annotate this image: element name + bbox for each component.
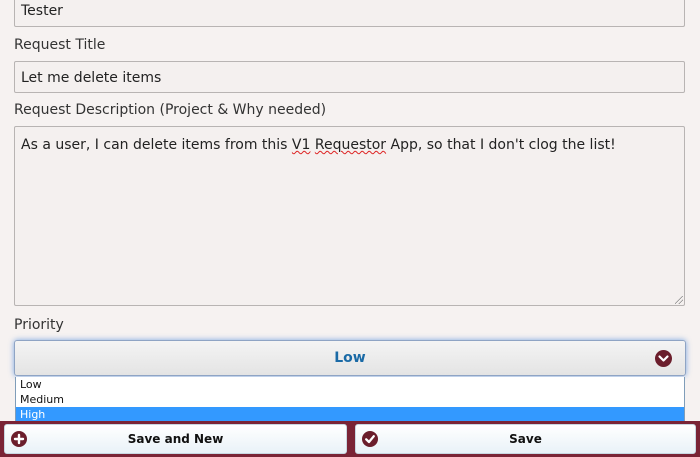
- plus-circle-icon: [11, 431, 27, 447]
- name-field[interactable]: Tester: [14, 0, 685, 27]
- priority-label: Priority: [14, 317, 64, 333]
- description-misspelled-word: V1: [291, 137, 311, 153]
- priority-selected-value: Low: [334, 350, 366, 366]
- chevron-down-circle-icon: [655, 350, 672, 367]
- request-description-textarea[interactable]: As a user, I can delete items from this …: [14, 126, 685, 306]
- description-misspelled-word: Requestor: [314, 137, 387, 153]
- request-title-input[interactable]: Let me delete items: [14, 61, 685, 93]
- description-text-part: As a user, I can delete items from this: [21, 137, 292, 153]
- priority-select[interactable]: Low: [14, 340, 686, 376]
- save-and-new-button[interactable]: Save and New: [4, 424, 347, 454]
- resize-grip-icon[interactable]: [675, 296, 683, 304]
- request-description-label: Request Description (Project & Why neede…: [14, 102, 327, 118]
- save-label: Save: [509, 432, 542, 446]
- priority-option-high[interactable]: High: [16, 407, 684, 422]
- priority-option-medium[interactable]: Medium: [16, 392, 684, 407]
- description-text-part: App, so that I don't clog the list!: [386, 137, 616, 153]
- footer-toolbar: Save and New Save: [0, 421, 700, 457]
- save-and-new-label: Save and New: [127, 432, 224, 446]
- request-title-label: Request Title: [14, 37, 106, 53]
- priority-option-low[interactable]: Low: [16, 377, 684, 392]
- priority-options-list[interactable]: Low Medium High: [15, 377, 685, 423]
- save-button[interactable]: Save: [355, 424, 696, 454]
- check-circle-icon: [362, 431, 378, 447]
